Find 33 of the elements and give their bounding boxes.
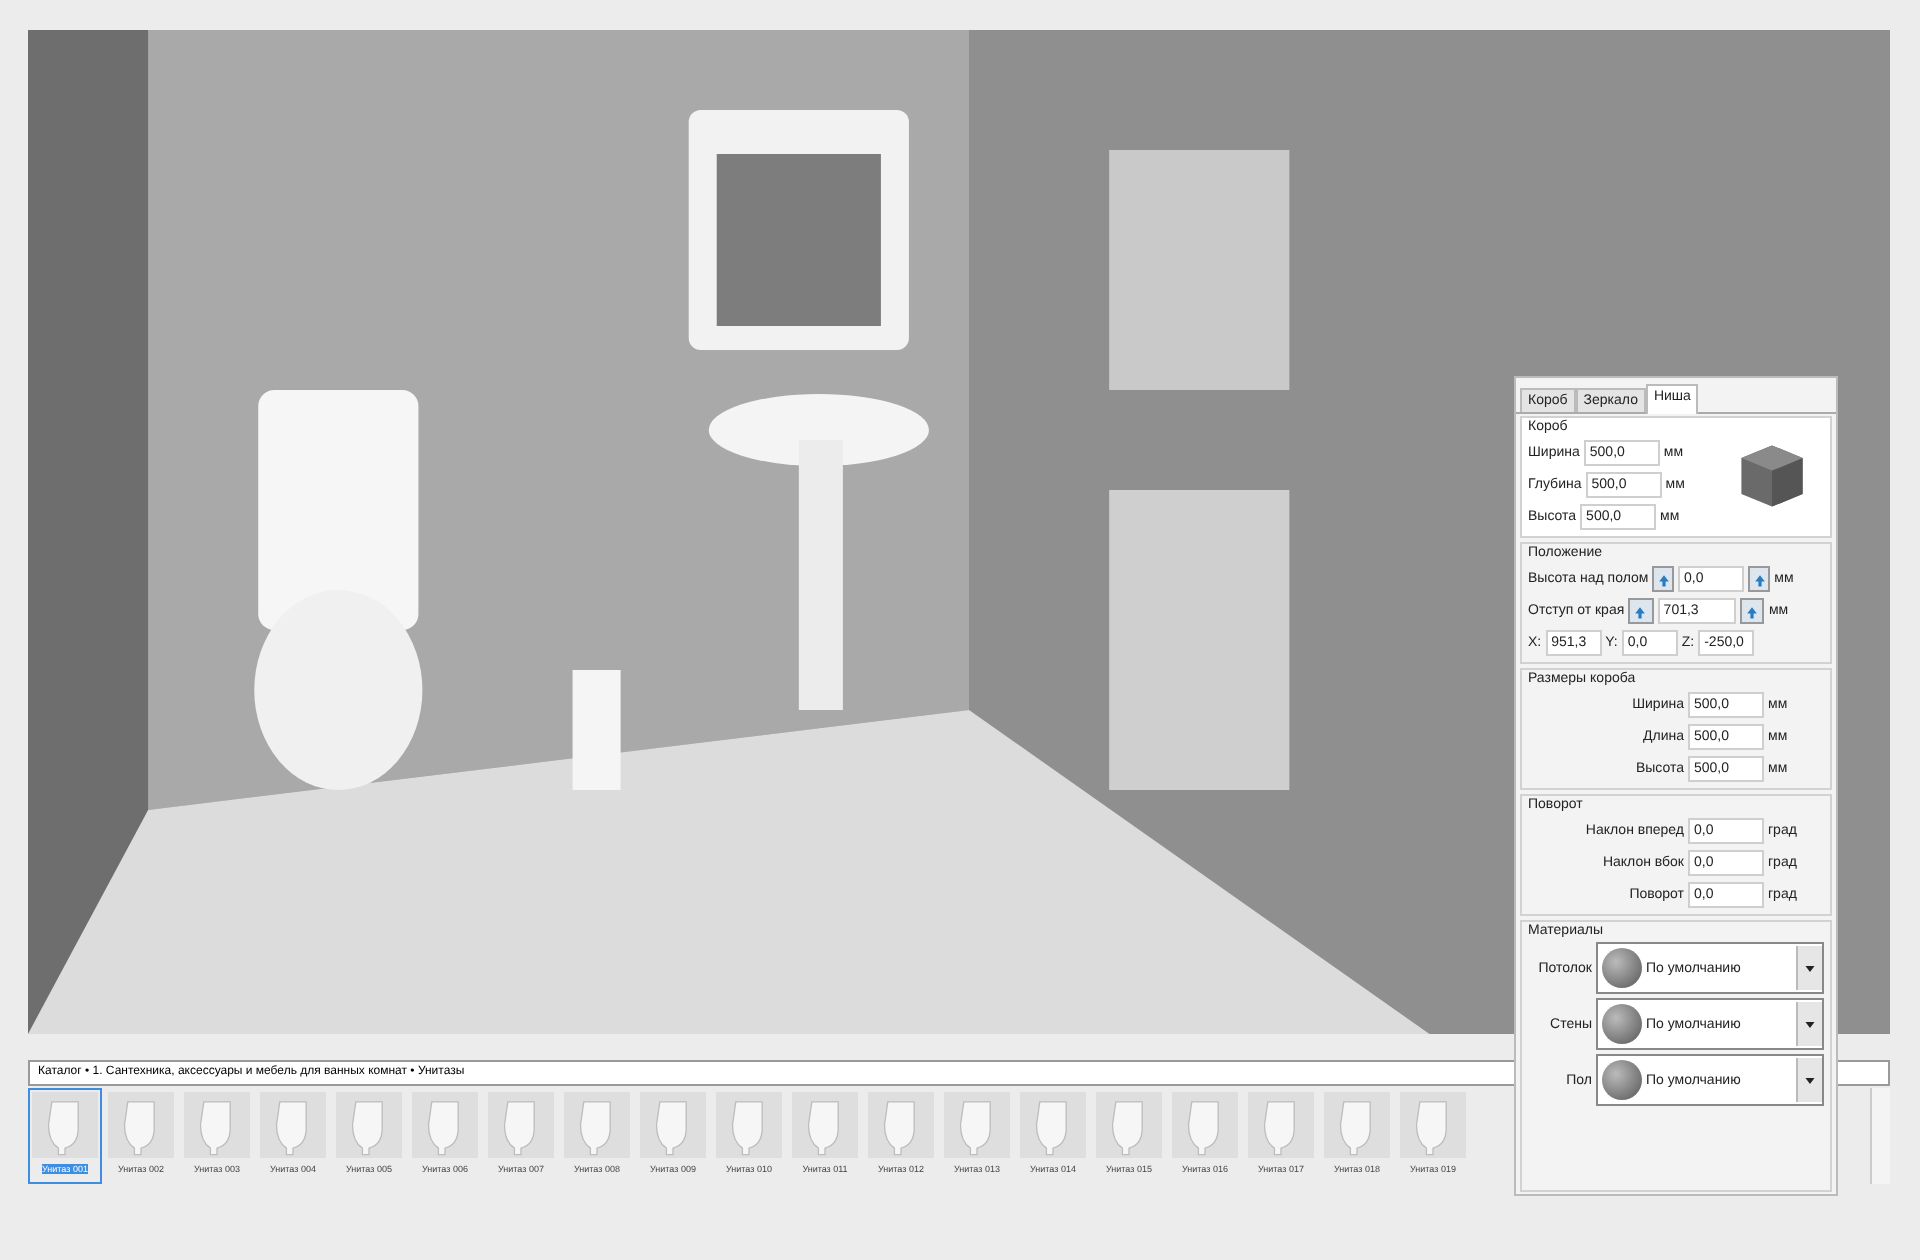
sphere-icon: [1602, 1004, 1642, 1044]
caret-icon: [1804, 1075, 1816, 1085]
caret-button[interactable]: [1796, 1058, 1822, 1102]
scrollbar[interactable]: [1870, 1088, 1890, 1184]
toilet-icon: [564, 1092, 630, 1158]
toilet-icon: [336, 1092, 402, 1158]
toilet-icon: [868, 1092, 934, 1158]
toilet-icon: [716, 1092, 782, 1158]
spin-button[interactable]: [1652, 566, 1675, 592]
caret-button[interactable]: [1796, 1002, 1822, 1046]
toilet-icon: [1324, 1092, 1390, 1158]
sphere-icon: [1602, 1060, 1642, 1100]
toilet-icon: [640, 1092, 706, 1158]
spin-button[interactable]: [1628, 598, 1654, 624]
toilet-icon: [32, 1092, 98, 1158]
caret-icon: [1804, 963, 1816, 973]
spin-button[interactable]: [1739, 598, 1765, 624]
toilet-icon: [1400, 1092, 1466, 1158]
toilet-icon: [1020, 1092, 1086, 1158]
toilet-icon: [1096, 1092, 1162, 1158]
toilet-icon: [260, 1092, 326, 1158]
sphere-icon: [1602, 948, 1642, 988]
toilet-icon: [108, 1092, 174, 1158]
toilet-icon: [412, 1092, 478, 1158]
spin-button[interactable]: [1748, 566, 1771, 592]
toilet-icon: [792, 1092, 858, 1158]
toilet-icon: [1248, 1092, 1314, 1158]
caret-icon: [1804, 1019, 1816, 1029]
toilet-icon: [944, 1092, 1010, 1158]
toilet-icon: [488, 1092, 554, 1158]
toilet-icon: [184, 1092, 250, 1158]
toilet-icon: [1172, 1092, 1238, 1158]
caret-button[interactable]: [1796, 946, 1822, 990]
